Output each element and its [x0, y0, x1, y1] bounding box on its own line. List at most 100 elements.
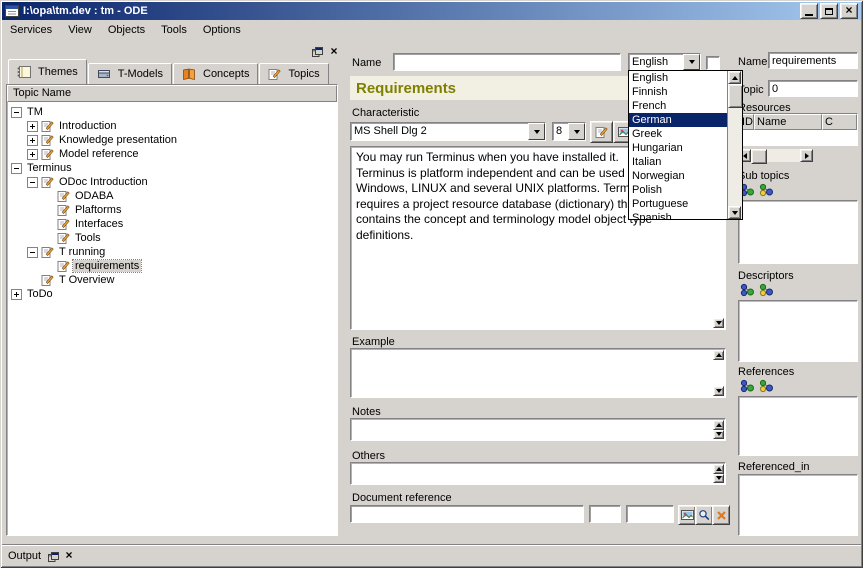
tree-item-t-overview[interactable]: T Overview [7, 273, 337, 287]
scroll-down-icon[interactable] [713, 474, 724, 484]
menu-item-view[interactable]: View [60, 21, 100, 39]
tree-item-tools[interactable]: Tools [7, 231, 337, 245]
scrollbar-thumb[interactable] [728, 84, 743, 108]
tree-item-knowledge-presentation[interactable]: Knowledge presentation [7, 133, 337, 147]
open-document-button[interactable] [678, 505, 696, 525]
edit-text-button[interactable] [590, 121, 613, 143]
sub-topics-list[interactable] [738, 200, 858, 264]
collapse-icon[interactable] [11, 163, 22, 174]
model-icon [97, 68, 111, 80]
chevron-down-icon[interactable] [528, 123, 545, 140]
collapse-icon[interactable] [27, 177, 38, 188]
others-field[interactable] [350, 462, 726, 485]
tab-t-models[interactable]: T-Models [88, 63, 172, 84]
tree-item-interfaces[interactable]: Interfaces [7, 217, 337, 231]
close-button[interactable] [840, 3, 858, 19]
scroll-down-icon[interactable] [713, 386, 724, 396]
scroll-right-icon[interactable] [800, 149, 813, 162]
tree-item-requirements[interactable]: requirements [7, 259, 337, 273]
scroll-down-icon[interactable] [713, 318, 724, 328]
close-panel-icon[interactable] [327, 44, 341, 57]
column-header-name[interactable]: Name [754, 114, 822, 130]
descriptors-list[interactable] [738, 300, 858, 362]
language-option-french[interactable]: French [629, 99, 727, 113]
insert-reference-button[interactable] [739, 378, 756, 394]
collapse-icon[interactable] [27, 247, 38, 258]
language-select[interactable]: English [628, 53, 701, 71]
expand-icon[interactable] [27, 121, 38, 132]
expand-icon[interactable] [27, 135, 38, 146]
language-option-polish[interactable]: Polish [629, 183, 727, 197]
chevron-down-icon[interactable] [683, 54, 700, 70]
scroll-up-icon[interactable] [713, 420, 724, 430]
dropdown-scrollbar[interactable] [727, 71, 742, 219]
maximize-button[interactable] [820, 3, 838, 19]
name-input[interactable] [393, 53, 621, 71]
float-panel-icon[interactable] [46, 550, 60, 563]
menu-item-options[interactable]: Options [195, 21, 249, 39]
title-bar[interactable]: I:\opa\tm.dev : tm - ODE [2, 2, 861, 20]
font-size-select[interactable]: 8 [552, 122, 586, 141]
notes-field[interactable] [350, 418, 726, 441]
float-panel-icon[interactable] [310, 45, 324, 58]
tab-topics[interactable]: Topics [259, 63, 328, 84]
document-reference-input[interactable] [350, 505, 584, 523]
referenced-in-list[interactable] [738, 474, 858, 536]
assign-sub-topic-button[interactable] [758, 182, 775, 198]
expand-icon[interactable] [11, 289, 22, 300]
menu-item-services[interactable]: Services [2, 21, 60, 39]
tree-item-odoc-introduction[interactable]: ODoc Introduction [7, 175, 337, 189]
document-reference-page-input[interactable] [589, 505, 621, 523]
topic-name-column-header[interactable]: Topic Name [7, 85, 337, 102]
scroll-down-icon[interactable] [713, 430, 724, 440]
panel-tabs: Themes T-Models Concepts Topics [8, 58, 330, 84]
scroll-up-icon[interactable] [728, 71, 741, 84]
tree-item-t-running[interactable]: T running [7, 245, 337, 259]
tab-themes[interactable]: Themes [8, 59, 87, 84]
expand-icon[interactable] [27, 149, 38, 160]
scrollbar-thumb[interactable] [751, 149, 767, 164]
scroll-down-icon[interactable] [728, 206, 741, 219]
font-select[interactable]: MS Shell Dlg 2 [350, 122, 546, 141]
language-option-italian[interactable]: Italian [629, 155, 727, 169]
assign-descriptor-button[interactable] [758, 282, 775, 298]
menu-item-objects[interactable]: Objects [100, 21, 153, 39]
tab-concepts[interactable]: Concepts [173, 63, 258, 84]
language-option-norwegian[interactable]: Norwegian [629, 169, 727, 183]
references-list[interactable] [738, 396, 858, 456]
language-option-english[interactable]: English [629, 71, 727, 85]
insert-descriptor-button[interactable] [739, 282, 756, 298]
tree-item-odaba[interactable]: ODABA [7, 189, 337, 203]
language-checkbox[interactable] [706, 56, 720, 70]
assign-reference-button[interactable] [758, 378, 775, 394]
topic-number-input[interactable] [768, 80, 858, 97]
resources-table[interactable]: ID Name C [738, 113, 858, 146]
tree-item-plaftorms[interactable]: Plaftorms [7, 203, 337, 217]
menu-item-tools[interactable]: Tools [153, 21, 195, 39]
language-option-german[interactable]: German [629, 113, 727, 127]
document-reference-pos-input[interactable] [626, 505, 674, 523]
close-panel-icon[interactable] [62, 548, 76, 561]
tree-item-terminus[interactable]: Terminus [7, 161, 337, 175]
minimize-button[interactable] [800, 3, 818, 19]
language-option-greek[interactable]: Greek [629, 127, 727, 141]
remove-document-button[interactable] [712, 505, 730, 525]
topic-name-input[interactable] [768, 52, 858, 69]
column-header-c[interactable]: C [822, 114, 857, 130]
scroll-up-icon[interactable] [713, 350, 724, 360]
tree-item-model-reference[interactable]: Model reference [7, 147, 337, 161]
tree-item-todo[interactable]: ToDo [7, 287, 337, 301]
chevron-down-icon[interactable] [568, 123, 585, 140]
tab-label: Topics [288, 68, 319, 80]
language-option-portuguese[interactable]: Portuguese [629, 197, 727, 211]
tree-item-introduction[interactable]: Introduction [7, 119, 337, 133]
example-textarea[interactable] [350, 348, 726, 398]
language-option-spanish[interactable]: Spanish [629, 211, 727, 219]
tree-item-tm[interactable]: TM [7, 105, 337, 119]
language-option-hungarian[interactable]: Hungarian [629, 141, 727, 155]
language-option-finnish[interactable]: Finnish [629, 85, 727, 99]
collapse-icon[interactable] [11, 107, 22, 118]
scroll-up-icon[interactable] [713, 464, 724, 474]
search-document-button[interactable] [695, 505, 713, 525]
resources-hscrollbar[interactable] [738, 149, 813, 162]
